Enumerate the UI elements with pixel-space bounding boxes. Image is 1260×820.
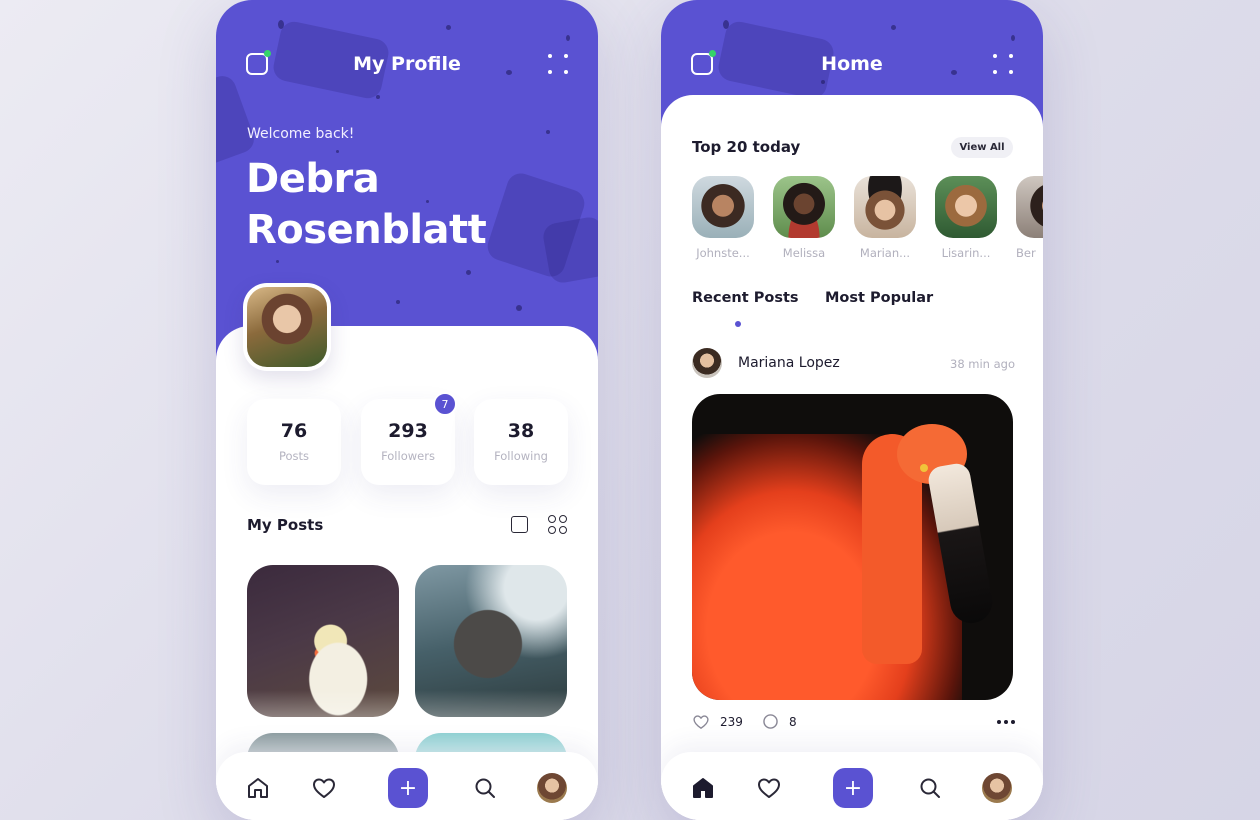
story-item[interactable]: Melissa bbox=[773, 176, 835, 260]
story-photo bbox=[1016, 176, 1043, 238]
story-item[interactable]: Lisarin... bbox=[935, 176, 997, 260]
avatar[interactable] bbox=[537, 773, 567, 803]
story-item[interactable]: Marian... bbox=[854, 176, 916, 260]
story-name: Ber bbox=[1016, 246, 1036, 260]
stat-following[interactable]: 38 Following bbox=[474, 399, 568, 485]
home-icon[interactable] bbox=[685, 770, 721, 806]
elephant-photo[interactable] bbox=[415, 565, 567, 717]
story-name: Johnste... bbox=[696, 246, 750, 260]
profile-screen: My Profile Welcome back! Debra Rosenblat… bbox=[216, 0, 598, 820]
stat-value: 76 bbox=[280, 420, 308, 442]
post-actions: 239 8 bbox=[692, 713, 1015, 733]
online-dot bbox=[264, 50, 271, 57]
more-options-icon[interactable] bbox=[997, 720, 1015, 724]
menu-dots-icon[interactable] bbox=[548, 54, 568, 74]
likes-count: 239 bbox=[720, 715, 743, 729]
story-name: Marian... bbox=[859, 246, 911, 260]
online-dot bbox=[709, 50, 716, 57]
view-all-button[interactable]: View All bbox=[951, 137, 1013, 158]
add-post-button[interactable]: + bbox=[833, 768, 873, 808]
search-icon[interactable] bbox=[912, 770, 948, 806]
story-item[interactable]: Ber bbox=[1016, 176, 1043, 260]
home-screen: Home Top 20 today View All Johnste... Me… bbox=[661, 0, 1043, 820]
my-posts-title: My Posts bbox=[247, 516, 324, 534]
add-post-button[interactable]: + bbox=[388, 768, 428, 808]
home-top-bar: Home bbox=[661, 40, 1043, 88]
story-name: Melissa bbox=[782, 246, 826, 260]
comment-icon bbox=[763, 714, 778, 729]
tab-most-popular[interactable]: Most Popular bbox=[825, 290, 933, 306]
user-name: Debra Rosenblatt bbox=[246, 156, 487, 253]
welcome-text: Welcome back! bbox=[247, 126, 355, 142]
author-avatar[interactable] bbox=[692, 348, 722, 378]
active-tab-indicator bbox=[735, 321, 741, 327]
home-icon[interactable] bbox=[240, 770, 276, 806]
flamingo-photo[interactable] bbox=[692, 394, 1013, 700]
like-button[interactable]: 239 bbox=[692, 713, 743, 731]
page-title: Home bbox=[821, 53, 883, 75]
comments-count: 8 bbox=[789, 714, 797, 729]
stats-row: 76 Posts 293 Followers 38 Following bbox=[247, 399, 569, 485]
followers-badge: 7 bbox=[433, 392, 457, 416]
heart-icon[interactable] bbox=[751, 770, 787, 806]
story-item[interactable]: Johnste... bbox=[692, 176, 754, 260]
bottom-nav: + bbox=[661, 752, 1043, 820]
story-photo bbox=[854, 176, 916, 238]
tab-recent-posts[interactable]: Recent Posts bbox=[692, 290, 799, 306]
stat-value: 38 bbox=[507, 420, 535, 442]
stat-posts[interactable]: 76 Posts bbox=[247, 399, 341, 485]
comment-button[interactable]: 8 bbox=[762, 713, 797, 730]
story-name: Lisarin... bbox=[941, 246, 991, 260]
search-icon[interactable] bbox=[467, 770, 503, 806]
author-name[interactable]: Mariana Lopez bbox=[738, 355, 840, 371]
single-view-icon[interactable] bbox=[511, 516, 528, 533]
cockatiel-photo[interactable] bbox=[247, 565, 399, 717]
top-today-title: Top 20 today bbox=[692, 138, 801, 156]
story-photo bbox=[935, 176, 997, 238]
notifications-square-icon[interactable] bbox=[691, 50, 716, 75]
stat-label: Posts bbox=[278, 449, 310, 463]
heart-icon bbox=[693, 715, 709, 729]
story-photo bbox=[692, 176, 754, 238]
notifications-square-icon[interactable] bbox=[246, 50, 271, 75]
story-photo bbox=[773, 176, 835, 238]
stat-label: Following bbox=[494, 449, 548, 463]
grid-view-icon[interactable] bbox=[548, 515, 568, 535]
profile-top-bar: My Profile bbox=[216, 40, 598, 88]
menu-dots-icon[interactable] bbox=[993, 54, 1013, 74]
stat-label: Followers bbox=[381, 449, 435, 463]
stat-value: 293 bbox=[388, 420, 428, 442]
post-time: 38 min ago bbox=[950, 357, 1016, 371]
avatar[interactable] bbox=[982, 773, 1012, 803]
profile-avatar[interactable] bbox=[243, 283, 331, 371]
bottom-nav: + bbox=[216, 752, 598, 820]
heart-icon[interactable] bbox=[306, 770, 342, 806]
page-title: My Profile bbox=[353, 53, 461, 75]
